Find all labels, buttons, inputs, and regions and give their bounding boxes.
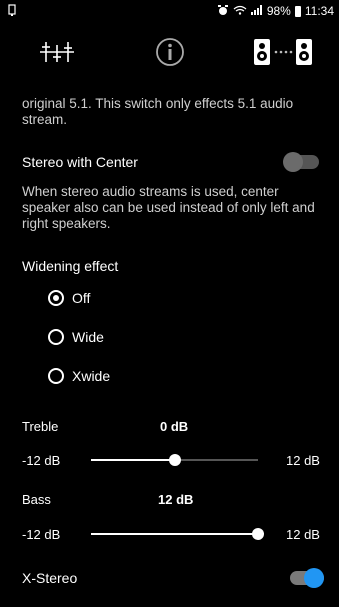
- xstereo-label: X-Stereo: [22, 570, 78, 586]
- toggle-thumb: [304, 568, 324, 588]
- bass-label: Bass: [22, 492, 51, 507]
- treble-thumb[interactable]: [168, 454, 181, 466]
- bass-value: 12 dB: [158, 492, 194, 507]
- radio-xwide-label: Xwide: [72, 368, 111, 384]
- treble-label: Treble: [22, 419, 59, 434]
- radio-button: [48, 329, 64, 345]
- clock: 11:34: [304, 4, 334, 18]
- treble-max-label: 12 dB: [286, 453, 320, 468]
- tab-equalizer[interactable]: [17, 34, 97, 74]
- radio-xwide[interactable]: Xwide: [48, 368, 110, 384]
- phone-status-icon: [8, 3, 16, 19]
- radio-button-checked: [48, 290, 64, 306]
- status-right: 98% 11:34: [217, 4, 334, 19]
- bass-min-label: -12 dB: [22, 527, 61, 542]
- battery-percent: 98%: [266, 4, 291, 18]
- surround-description: original 5.1. This switch only effects 5…: [22, 96, 294, 127]
- treble-min-label: -12 dB: [22, 453, 61, 468]
- tab-info[interactable]: [130, 34, 210, 74]
- toggle-thumb: [283, 152, 303, 172]
- radio-off-label: Off: [72, 290, 91, 306]
- status-bar: 98% 11:34: [0, 0, 339, 22]
- radio-wide-label: Wide: [72, 329, 104, 345]
- toolbar: [0, 22, 339, 86]
- bass-fill: [91, 533, 258, 535]
- stereo-center-description: When stereo audio streams is used, cente…: [22, 184, 315, 231]
- alarm-icon: [217, 4, 229, 19]
- info-icon: [155, 37, 185, 72]
- widening-effect-label: Widening effect: [22, 258, 119, 274]
- equalizer-sliders-icon: [38, 39, 76, 70]
- battery-icon: [294, 5, 301, 17]
- signal-icon: [250, 4, 263, 18]
- xstereo-toggle[interactable]: [290, 568, 324, 588]
- bass-max-label: 12 dB: [286, 527, 320, 542]
- radio-wide[interactable]: Wide: [48, 329, 104, 345]
- treble-fill: [91, 459, 175, 461]
- treble-value: 0 dB: [160, 419, 189, 434]
- radio-off[interactable]: Off: [48, 290, 90, 306]
- tab-speakers[interactable]: [243, 34, 323, 74]
- bass-slider[interactable]: [91, 528, 264, 540]
- stereo-center-toggle[interactable]: [283, 152, 319, 172]
- radio-button: [48, 368, 64, 384]
- stereo-center-label: Stereo with Center: [22, 154, 138, 170]
- treble-slider[interactable]: [91, 454, 258, 466]
- wifi-icon: [233, 4, 247, 18]
- bass-thumb[interactable]: [252, 528, 264, 540]
- speakers-icon: [253, 38, 313, 71]
